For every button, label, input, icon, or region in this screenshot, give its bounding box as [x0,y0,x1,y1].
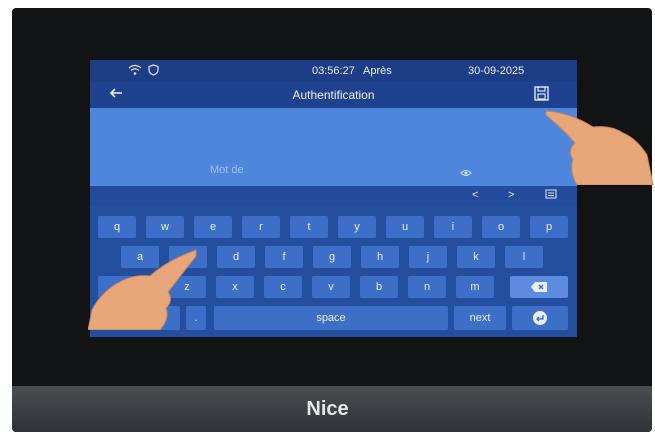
key-b[interactable]: b [360,276,398,298]
key-d[interactable]: d [217,246,255,268]
eye-icon[interactable] [460,164,472,182]
keyboard-toolbar: < > [90,186,577,206]
key-c[interactable]: c [264,276,302,298]
clock-period: Après [363,65,392,77]
key-i[interactable]: i [434,216,472,238]
wifi-icon [128,64,142,79]
title-bar: Authentification [90,82,577,108]
save-icon[interactable] [534,86,549,104]
key-y[interactable]: y [338,216,376,238]
key-l[interactable]: l [505,246,543,268]
backspace-icon[interactable] [510,276,568,298]
shield-icon [148,64,159,79]
password-form[interactable]: Mot de [90,108,577,186]
brand-logo: Nice [306,398,349,420]
key-o[interactable]: o [482,216,520,238]
keyboard-settings-icon[interactable] [545,188,557,203]
key-f[interactable]: f [265,246,303,268]
key-h[interactable]: h [361,246,399,268]
key-v[interactable]: v [312,276,350,298]
key-p[interactable]: p [530,216,568,238]
key-j[interactable]: j [409,246,447,268]
key-q[interactable]: q [98,216,136,238]
key-n[interactable]: n [408,276,446,298]
key-u[interactable]: u [386,216,424,238]
password-field-label: Mot de [210,164,244,176]
key-m[interactable]: m [456,276,494,298]
cursor-right-button[interactable]: > [508,189,514,201]
key-t[interactable]: t [290,216,328,238]
next-key[interactable]: next [454,306,506,330]
space-key[interactable]: space [214,306,448,330]
pointing-hand-right [545,110,654,185]
key-k[interactable]: k [457,246,495,268]
key-x[interactable]: x [216,276,254,298]
key-g[interactable]: g [313,246,351,268]
key-w[interactable]: w [146,216,184,238]
status-date: 30-09-2025 [468,65,525,77]
enter-icon[interactable] [512,306,568,330]
status-bar: 03:56:27 Après 30-09-2025 [90,60,577,82]
page-title: Authentification [292,88,375,102]
clock-time: 03:56:27 [312,65,355,77]
cursor-left-button[interactable]: < [472,189,478,201]
pointing-hand-left [88,249,197,330]
key-r[interactable]: r [242,216,280,238]
key-e[interactable]: e [194,216,232,238]
